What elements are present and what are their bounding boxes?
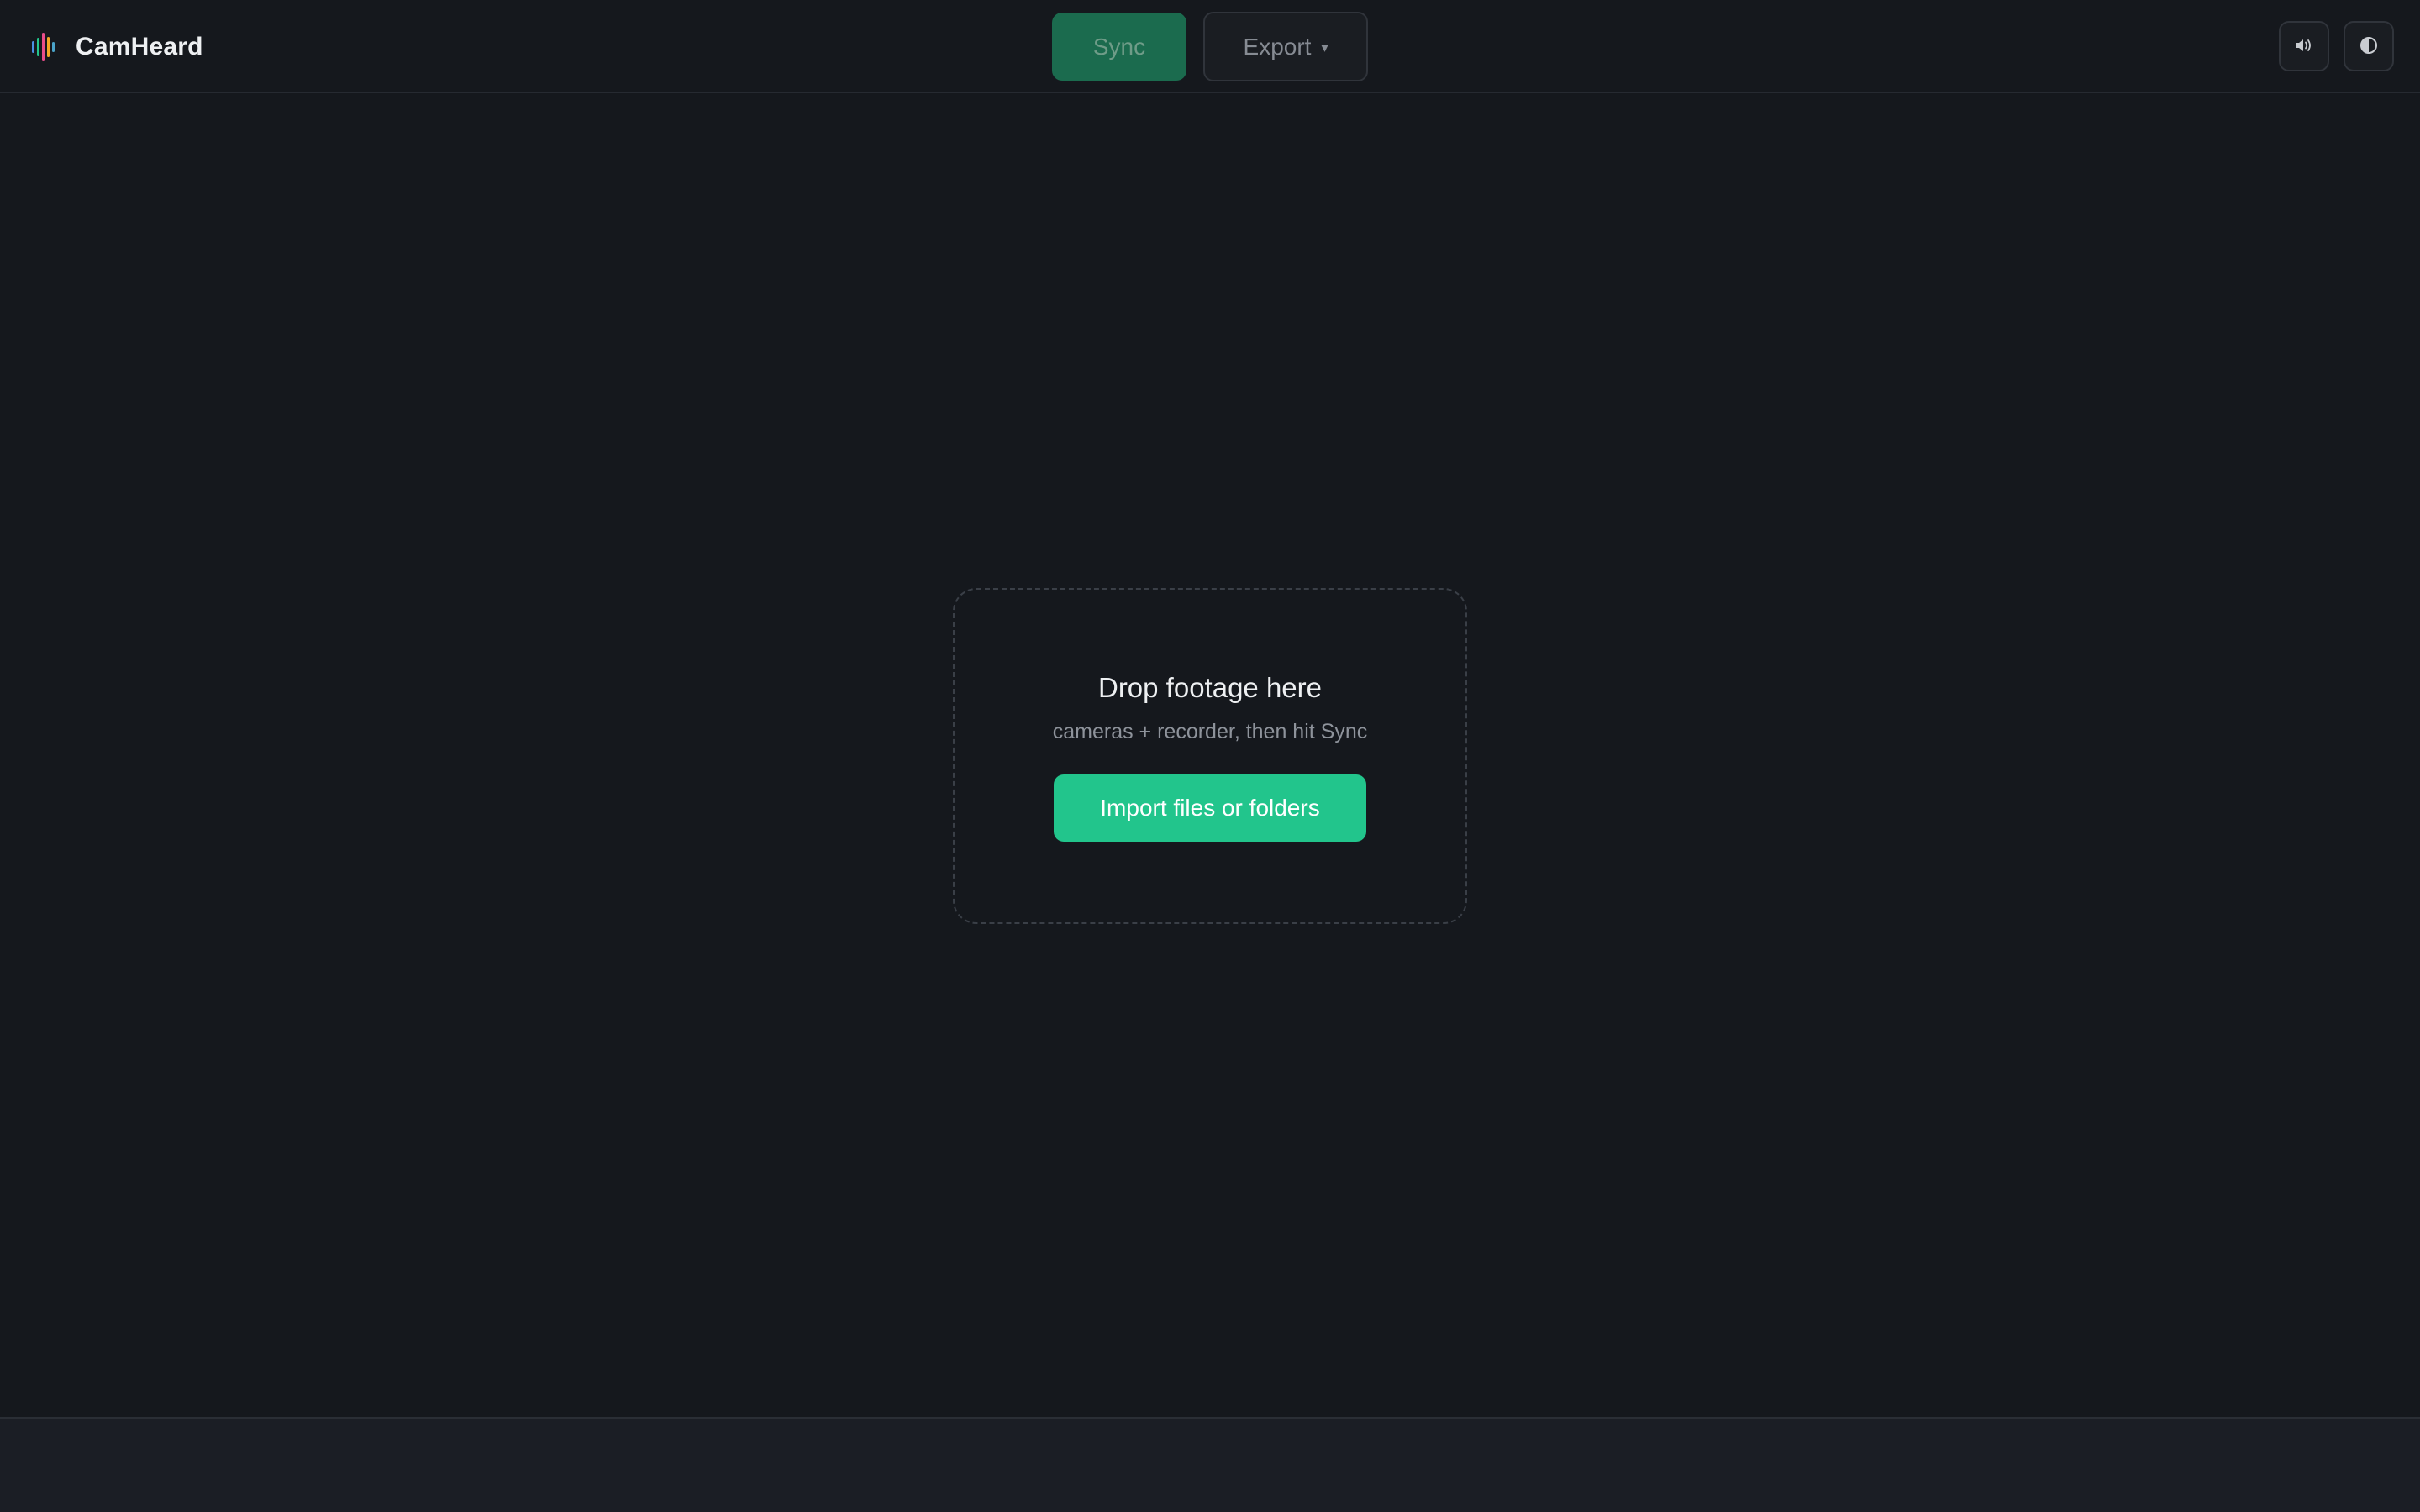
waveform-logo-icon <box>32 32 55 61</box>
export-label: Export <box>1243 33 1312 60</box>
brand: CamHeard <box>32 0 203 93</box>
sync-button[interactable]: Sync <box>1052 13 1186 81</box>
chevron-down-icon: ▾ <box>1321 40 1328 55</box>
app-window: CamHeard Sync Export ▾ Drop footage here… <box>0 0 2420 1512</box>
bottom-panel <box>0 1417 2420 1512</box>
drop-zone-title: Drop footage here <box>1097 672 1322 703</box>
drop-zone-subtitle: cameras + recorder, then hit Sync <box>1052 720 1368 743</box>
import-button[interactable]: Import files or folders <box>1054 774 1366 842</box>
app-name: CamHeard <box>76 32 203 60</box>
speaker-icon <box>2294 37 2314 56</box>
contrast-icon <box>2360 36 2378 57</box>
export-button[interactable]: Export ▾ <box>1203 12 1368 81</box>
sound-toggle-button[interactable] <box>2279 21 2329 71</box>
top-bar: CamHeard Sync Export ▾ <box>0 0 2420 93</box>
drop-zone[interactable] <box>953 588 1467 924</box>
theme-toggle-button[interactable] <box>2344 21 2394 71</box>
